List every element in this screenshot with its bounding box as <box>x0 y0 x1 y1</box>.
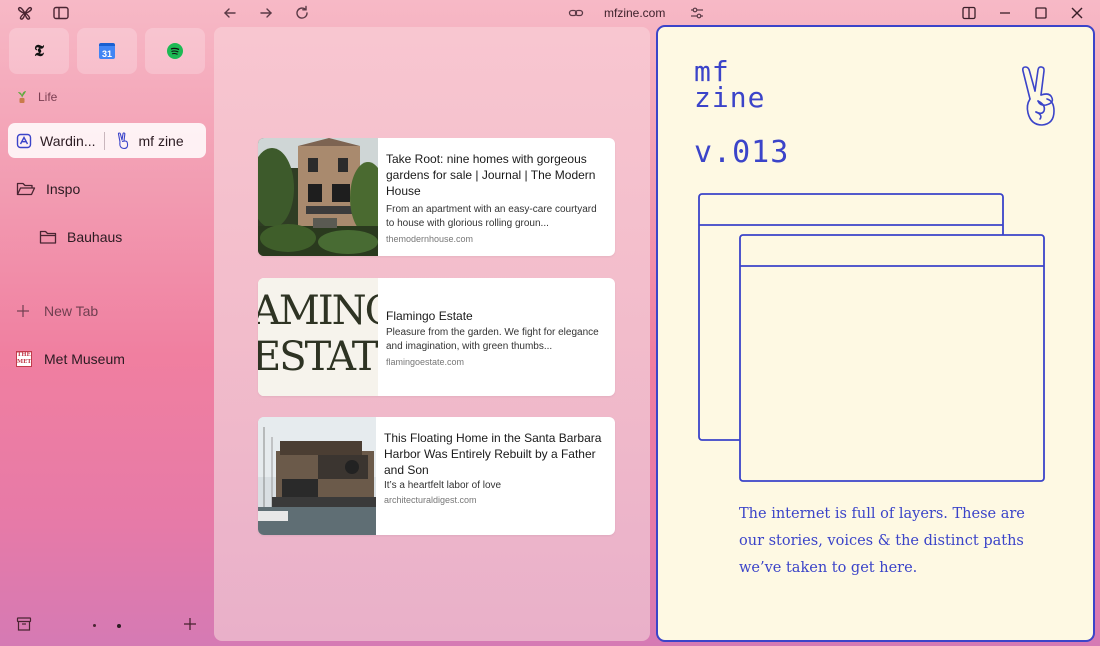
layered-windows-illustration <box>698 193 1048 483</box>
folder-open-icon <box>16 181 36 197</box>
new-tab-label: New Tab <box>44 303 99 319</box>
card-thumbnail-house <box>258 138 378 256</box>
space-dot-icon[interactable] <box>117 624 121 628</box>
forward-arrow-icon[interactable] <box>257 4 275 22</box>
spotify-icon <box>167 43 183 59</box>
sidebar: 𝕿 31 Life Wardin... mf zine Inspo Bauhau… <box>0 26 214 646</box>
split-view-icon[interactable] <box>960 4 978 22</box>
space-label-text: Life <box>38 90 58 104</box>
tab-mf-zine[interactable]: mf zine <box>111 123 184 158</box>
split-tab[interactable]: Wardin... mf zine <box>8 123 206 158</box>
tab-mf-zine-label: mf zine <box>138 132 184 149</box>
space-dot-icon[interactable] <box>93 624 96 627</box>
link-card[interactable]: AMINC ESTATI Flamingo Estate Pleasure fr… <box>258 278 615 396</box>
plus-icon <box>16 304 30 318</box>
close-icon[interactable] <box>1068 4 1086 22</box>
favorite-nytimes[interactable]: 𝕿 <box>9 28 69 74</box>
zine-version: v.013 <box>694 135 790 170</box>
folder-icon <box>39 229 57 245</box>
content-pane: Take Root: nine homes with gorgeous gard… <box>214 27 650 641</box>
folder-inspo[interactable]: Inspo <box>16 181 80 197</box>
sidebar-bottom-bar <box>16 616 206 634</box>
card-title[interactable]: Flamingo Estate <box>386 308 607 324</box>
sidebar-toggle-icon[interactable] <box>52 4 70 22</box>
add-space-icon[interactable] <box>183 617 197 631</box>
met-museum-label: Met Museum <box>44 351 125 367</box>
card-description: From an apartment with an easy-care cour… <box>386 204 597 229</box>
tab-wardin[interactable]: Wardin... <box>8 123 96 158</box>
address-bar[interactable]: mfzine.com <box>568 3 705 23</box>
card-thumbnail-flamingo: AMINC ESTATI <box>258 278 378 396</box>
folder-bauhaus-label: Bauhaus <box>67 229 123 245</box>
thumbnail-wordmark-bottom: ESTATI <box>258 334 378 380</box>
site-settings-icon[interactable] <box>689 5 705 21</box>
reload-icon[interactable] <box>293 4 311 22</box>
archive-icon[interactable] <box>16 616 32 632</box>
calendar-icon: 31 <box>99 43 115 59</box>
mf-zine-pane: mf zine v.013 The internet is full of la… <box>656 25 1095 642</box>
favorite-spotify[interactable] <box>145 28 205 74</box>
new-tab-button[interactable]: New Tab <box>16 303 98 319</box>
minimize-icon[interactable] <box>996 4 1014 22</box>
card-domain: themodernhouse.com <box>386 234 474 244</box>
split-divider <box>103 131 105 150</box>
maximize-icon[interactable] <box>1032 4 1050 22</box>
card-domain: architecturaldigest.com <box>384 495 477 505</box>
link-card[interactable]: This Floating Home in the Santa Barbara … <box>258 417 615 535</box>
tab-wardin-label: Wardin... <box>40 132 96 149</box>
card-description: Pleasure from the garden. We fight for e… <box>386 327 599 352</box>
card-title[interactable]: Take Root: nine homes with gorgeous gard… <box>386 151 607 199</box>
favorite-google-calendar[interactable]: 31 <box>77 28 137 74</box>
link-card[interactable]: Take Root: nine homes with gorgeous gard… <box>258 138 615 256</box>
wardin-favicon-icon <box>16 133 32 149</box>
space-label[interactable]: Life <box>16 90 57 104</box>
url-text[interactable]: mfzine.com <box>604 6 665 20</box>
browser-logo-icon[interactable] <box>16 4 34 22</box>
link-icon[interactable] <box>568 5 584 21</box>
card-title[interactable]: This Floating Home in the Santa Barbara … <box>384 430 607 478</box>
back-arrow-icon[interactable] <box>221 4 239 22</box>
thumbnail-wordmark-top: AMINC <box>258 288 378 334</box>
title-bar: mfzine.com <box>0 0 1100 26</box>
zine-logo[interactable]: mf zine <box>694 58 766 114</box>
peace-hand-icon <box>1016 65 1060 129</box>
tab-met-museum[interactable]: THE MET Met Museum <box>16 351 125 367</box>
folder-bauhaus[interactable]: Bauhaus <box>39 229 122 245</box>
zine-logo-line2: zine <box>694 81 766 114</box>
met-logo-icon: THE MET <box>16 351 32 367</box>
zine-intro-text: The internet is full of layers. These ar… <box>739 506 1025 576</box>
folder-inspo-label: Inspo <box>46 181 81 197</box>
peace-hand-icon <box>115 131 131 150</box>
card-description: It’s a heartfelt labor of love <box>384 480 502 491</box>
nytimes-icon: 𝕿 <box>34 41 44 60</box>
plant-icon <box>16 90 28 104</box>
card-thumbnail-floating-home <box>258 417 376 535</box>
card-domain: flamingoestate.com <box>386 357 465 367</box>
